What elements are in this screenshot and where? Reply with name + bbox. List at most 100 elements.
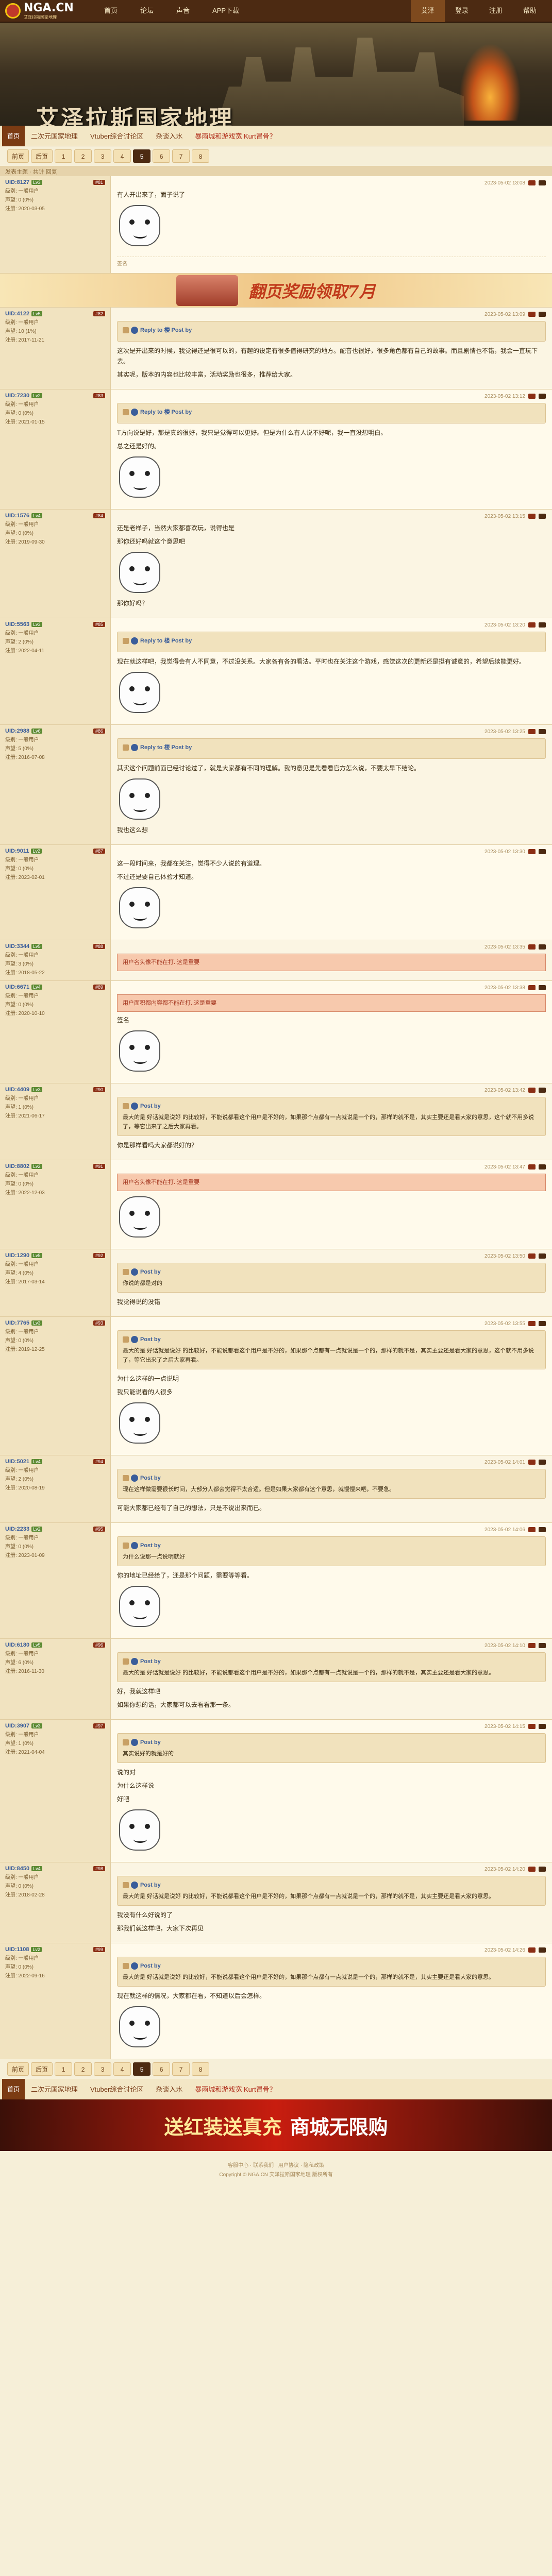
more-icon[interactable] [539, 1527, 546, 1532]
more-icon[interactable] [539, 849, 546, 854]
floor-number[interactable]: #99 [93, 1947, 105, 1952]
page-button[interactable]: 7 [172, 2062, 190, 2076]
reply-icon[interactable] [528, 729, 536, 734]
quote-author[interactable]: Reply to 楼 Post by [140, 326, 192, 335]
author-uid[interactable]: UID:1576 [5, 513, 29, 519]
floor-number[interactable]: #81 [93, 180, 105, 185]
page-button[interactable]: 5 [133, 149, 151, 163]
page-button[interactable]: 8 [192, 2062, 210, 2076]
floor-number[interactable]: #88 [93, 944, 105, 949]
user-nav-link[interactable]: 注册 [479, 0, 513, 22]
floor-number[interactable]: #94 [93, 1459, 105, 1464]
reply-icon[interactable] [528, 394, 536, 399]
author-uid[interactable]: UID:2988 [5, 728, 29, 734]
page-button[interactable]: 5 [133, 2062, 151, 2076]
page-button[interactable]: 后页 [31, 2062, 53, 2076]
floor-number[interactable]: #96 [93, 1642, 105, 1648]
more-icon[interactable] [539, 1321, 546, 1326]
floor-number[interactable]: #83 [93, 393, 105, 398]
page-button[interactable]: 2 [74, 149, 92, 163]
quote-author[interactable]: Post by [140, 1961, 161, 1971]
reply-icon[interactable] [528, 1643, 536, 1648]
floor-number[interactable]: #82 [93, 311, 105, 316]
floor-number[interactable]: #92 [93, 1253, 105, 1258]
quote-author[interactable]: Post by [140, 1880, 161, 1890]
avatar[interactable] [131, 1336, 138, 1343]
author-uid[interactable]: UID:8127 [5, 179, 29, 185]
more-icon[interactable] [539, 312, 546, 317]
page-button[interactable]: 前页 [7, 149, 29, 163]
author-uid[interactable]: UID:2233 [5, 1526, 29, 1532]
floor-number[interactable]: #93 [93, 1320, 105, 1326]
page-button[interactable]: 6 [153, 2062, 171, 2076]
nav-link[interactable]: 首页 [93, 0, 129, 22]
floor-number[interactable]: #84 [93, 513, 105, 518]
avatar[interactable] [131, 1103, 138, 1110]
author-uid[interactable]: UID:7230 [5, 393, 29, 399]
subnav-link[interactable]: Vtuber综合讨论区 [84, 131, 149, 141]
author-uid[interactable]: UID:6671 [5, 984, 29, 990]
avatar[interactable] [131, 744, 138, 751]
page-button[interactable]: 后页 [31, 149, 53, 163]
more-icon[interactable] [539, 944, 546, 950]
floor-number[interactable]: #86 [93, 728, 105, 734]
bottom-ad-banner[interactable]: 送红装送真充 商城无限购 [0, 2099, 552, 2151]
ad-banner[interactable]: 翻页奖励领取7月 [0, 274, 552, 308]
reply-icon[interactable] [528, 944, 536, 950]
page-button[interactable]: 7 [172, 149, 190, 163]
more-icon[interactable] [539, 1088, 546, 1093]
reply-icon[interactable] [528, 1947, 536, 1953]
subnav-link[interactable]: 杂谈入水 [149, 131, 189, 141]
more-icon[interactable] [539, 180, 546, 185]
page-button[interactable]: 4 [113, 2062, 131, 2076]
floor-number[interactable]: #85 [93, 622, 105, 627]
quote-author[interactable]: Post by [140, 1335, 161, 1344]
floor-number[interactable]: #97 [93, 1723, 105, 1728]
more-icon[interactable] [539, 394, 546, 399]
avatar[interactable] [131, 1268, 138, 1276]
author-uid[interactable]: UID:5021 [5, 1459, 29, 1465]
reply-icon[interactable] [528, 1527, 536, 1532]
more-icon[interactable] [539, 622, 546, 628]
subnav-home-button[interactable]: 首页 [2, 125, 25, 146]
reply-icon[interactable] [528, 1724, 536, 1729]
reply-icon[interactable] [528, 1867, 536, 1872]
author-uid[interactable]: UID:8802 [5, 1163, 29, 1170]
quote-author[interactable]: Post by [140, 1738, 161, 1747]
author-uid[interactable]: UID:4122 [5, 311, 29, 317]
subnav-home-button-bottom[interactable]: 首页 [2, 2078, 25, 2099]
reply-icon[interactable] [528, 985, 536, 990]
author-uid[interactable]: UID:3907 [5, 1723, 29, 1729]
page-button[interactable]: 8 [192, 149, 210, 163]
quote-author[interactable]: Post by [140, 1267, 161, 1277]
subnav-link[interactable]: 杂谈入水 [149, 2084, 189, 2094]
floor-number[interactable]: #98 [93, 1866, 105, 1871]
subnav-link[interactable]: 暴雨城和游戏宽 Kurt冒骨？ [189, 131, 282, 141]
more-icon[interactable] [539, 985, 546, 990]
more-icon[interactable] [539, 1643, 546, 1648]
quote-author[interactable]: Reply to 楼 Post by [140, 743, 192, 752]
avatar[interactable] [131, 637, 138, 645]
more-icon[interactable] [539, 1947, 546, 1953]
floor-number[interactable]: #89 [93, 985, 105, 990]
reply-icon[interactable] [528, 514, 536, 519]
author-uid[interactable]: UID:4409 [5, 1087, 29, 1093]
page-button[interactable]: 前页 [7, 2062, 29, 2076]
avatar[interactable] [131, 1658, 138, 1665]
more-icon[interactable] [539, 1460, 546, 1465]
author-uid[interactable]: UID:9011 [5, 848, 29, 854]
avatar[interactable] [131, 327, 138, 334]
avatar[interactable] [131, 409, 138, 416]
page-button[interactable]: 1 [55, 2062, 73, 2076]
reply-icon[interactable] [528, 1164, 536, 1170]
page-button[interactable]: 3 [94, 149, 112, 163]
avatar[interactable] [131, 1475, 138, 1482]
subnav-link[interactable]: 二次元国家地理 [25, 131, 84, 141]
reply-icon[interactable] [528, 1253, 536, 1259]
more-icon[interactable] [539, 1253, 546, 1259]
reply-icon[interactable] [528, 1088, 536, 1093]
page-button[interactable]: 3 [94, 2062, 112, 2076]
site-logo[interactable]: NGA.CN 艾泽拉斯国家地理 [5, 2, 82, 20]
page-button[interactable]: 6 [153, 149, 171, 163]
page-button[interactable]: 1 [55, 149, 73, 163]
